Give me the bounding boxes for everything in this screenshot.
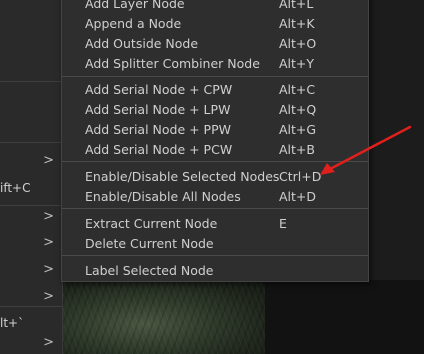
menu-item-shortcut-fragment: lt+` [0, 316, 25, 330]
menu-item-shortcut: Alt+K [279, 16, 315, 31]
menu-item-label: Add Splitter Combiner Node [85, 56, 260, 71]
screen: > ift+C > > > > lt+` > Add Layer Node Al [0, 0, 424, 354]
menu-item-shortcut: Alt+D [279, 189, 317, 204]
parent-menu-item[interactable]: > [0, 288, 62, 308]
parent-context-menu: > ift+C > > > > lt+` > [0, 0, 63, 354]
menu-separator [0, 205, 62, 206]
parent-menu-item[interactable]: > [0, 208, 62, 228]
parent-menu-item[interactable]: lt+` [0, 314, 62, 334]
menu-separator [62, 76, 368, 77]
chevron-right-icon: > [43, 335, 54, 350]
menu-separator [62, 161, 368, 162]
menu-item-add-outside-node[interactable]: Add Outside Node Alt+O [62, 33, 368, 53]
menu-item-shortcut: Alt+B [279, 142, 315, 157]
chevron-right-icon: > [43, 235, 54, 250]
menu-item-label: Add Outside Node [85, 36, 199, 51]
menu-item-enable-disable-all-nodes[interactable]: Enable/Disable All Nodes Alt+D [62, 186, 368, 206]
chevron-right-icon: > [43, 153, 54, 168]
menu-item-add-serial-node-lpw[interactable]: Add Serial Node + LPW Alt+Q [62, 99, 368, 119]
menu-item-enable-disable-selected-nodes[interactable]: Enable/Disable Selected Nodes Ctrl+D [62, 166, 368, 186]
menu-item-label-selected-node[interactable]: Label Selected Node [62, 260, 368, 280]
menu-item-label: Add Layer Node [85, 0, 185, 11]
menu-item-label: Enable/Disable All Nodes [85, 189, 241, 204]
menu-item-label: Enable/Disable Selected Nodes [85, 169, 280, 184]
parent-menu-item[interactable]: > [0, 261, 62, 281]
menu-item-delete-current-node[interactable]: Delete Current Node [62, 233, 368, 253]
menu-item-shortcut: Alt+L [279, 0, 314, 11]
parent-menu-item[interactable]: > [0, 234, 62, 254]
chevron-right-icon: > [43, 289, 54, 304]
menu-separator [62, 208, 368, 209]
viewer-image [63, 280, 265, 354]
menu-item-label: Add Serial Node + CPW [85, 82, 233, 97]
menu-item-add-serial-node-cpw[interactable]: Add Serial Node + CPW Alt+C [62, 79, 368, 99]
menu-item-shortcut-fragment: ift+C [0, 181, 31, 195]
menu-item-label: Delete Current Node [85, 236, 214, 251]
parent-menu-item[interactable]: ift+C [0, 179, 62, 199]
menu-item-label: Add Serial Node + PCW [85, 142, 233, 157]
menu-item-append-a-node[interactable]: Append a Node Alt+K [62, 13, 368, 33]
menu-item-shortcut: Alt+C [279, 82, 316, 97]
chevron-right-icon: > [43, 209, 54, 224]
parent-menu-item[interactable]: > [0, 152, 62, 172]
menu-item-label: Append a Node [85, 16, 182, 31]
menu-item-label: Add Serial Node + PPW [85, 122, 231, 137]
viewer-background [265, 280, 424, 354]
menu-item-label: Label Selected Node [85, 263, 214, 278]
chevron-right-icon: > [43, 262, 54, 277]
menu-separator [0, 81, 62, 82]
menu-item-label: Extract Current Node [85, 216, 218, 231]
menu-item-label: Add Serial Node + LPW [85, 102, 231, 117]
menu-item-shortcut: Alt+O [279, 36, 317, 51]
menu-item-shortcut: Alt+Y [279, 56, 315, 71]
menu-item-shortcut: Alt+Q [279, 102, 317, 117]
menu-item-shortcut: E [279, 216, 287, 231]
menu-item-add-layer-node[interactable]: Add Layer Node Alt+L [62, 0, 368, 13]
menu-item-shortcut: Alt+G [279, 122, 317, 137]
node-submenu: Add Layer Node Alt+L Append a Node Alt+K… [61, 0, 369, 282]
parent-menu-item[interactable]: > [0, 334, 62, 354]
menu-item-shortcut: Ctrl+D [279, 169, 322, 184]
menu-item-add-splitter-combiner-node[interactable]: Add Splitter Combiner Node Alt+Y [62, 53, 368, 73]
menu-separator [0, 142, 62, 143]
menu-item-add-serial-node-ppw[interactable]: Add Serial Node + PPW Alt+G [62, 119, 368, 139]
menu-item-extract-current-node[interactable]: Extract Current Node E [62, 213, 368, 233]
menu-item-add-serial-node-pcw[interactable]: Add Serial Node + PCW Alt+B [62, 139, 368, 159]
menu-separator [62, 255, 368, 256]
